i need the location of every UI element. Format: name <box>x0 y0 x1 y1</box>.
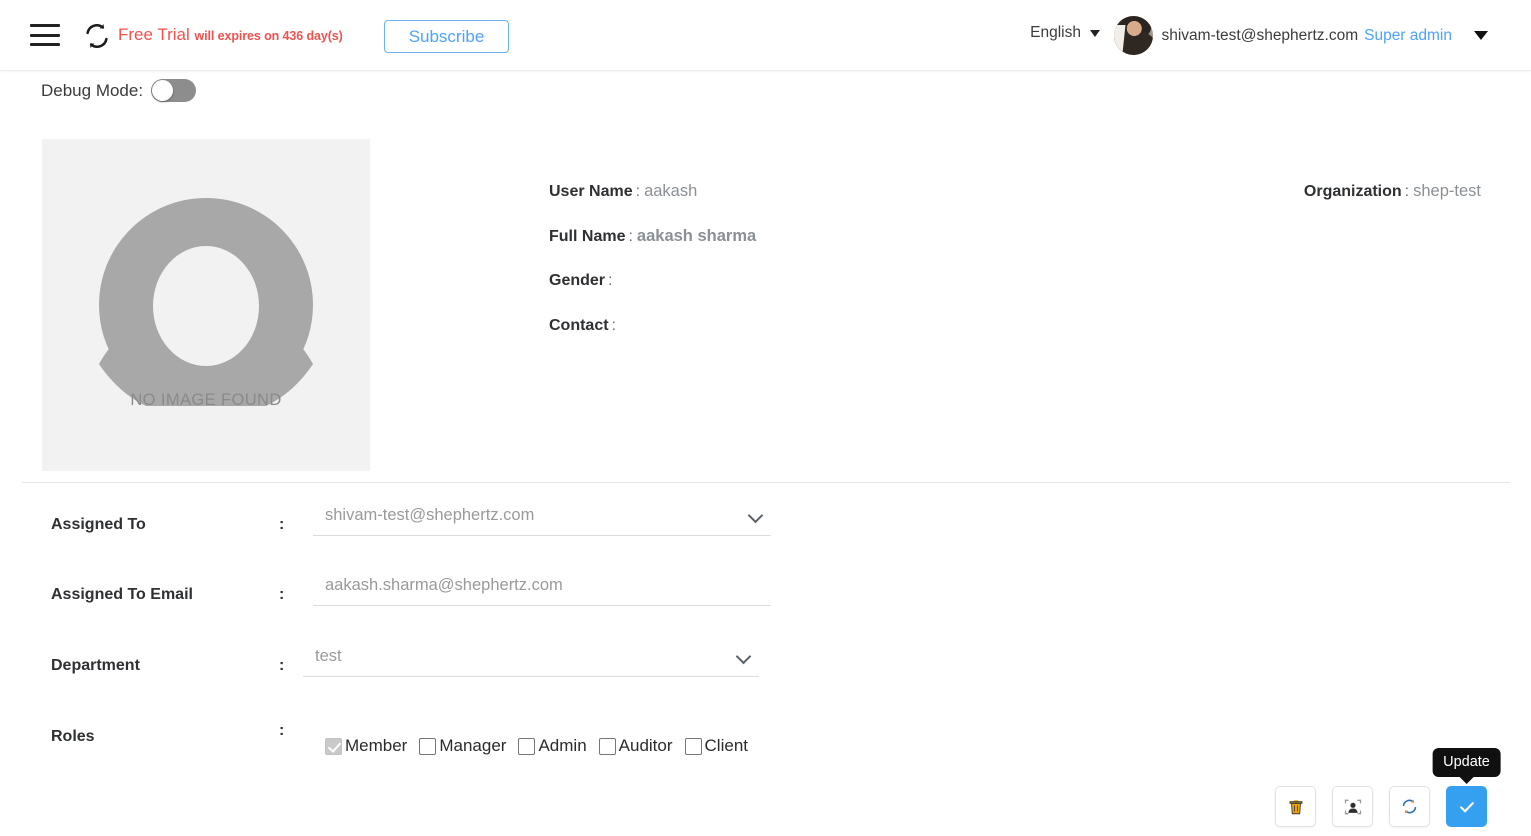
role-checkbox-member[interactable]: Member <box>325 736 407 756</box>
role-checkbox-admin[interactable]: Admin <box>518 736 587 756</box>
language-label: English <box>1030 24 1081 41</box>
checkbox-icon[interactable] <box>518 737 536 755</box>
app-header: Free Trial will expires on 436 day(s) Su… <box>0 0 1531 71</box>
role-label: Manager <box>439 736 507 755</box>
checkbox-icon[interactable] <box>419 737 437 755</box>
colon: : <box>279 722 285 739</box>
contact-label: Contact <box>549 316 609 334</box>
avatar <box>1114 16 1154 55</box>
free-trial-label: Free Trial <box>118 25 190 44</box>
assigned-to-email-input[interactable]: aakash.sharma@shephertz.com <box>313 570 771 606</box>
user-role-label: Super admin <box>1364 26 1452 44</box>
user-name-label: User Name <box>549 183 633 200</box>
full-name-value: aakash sharma <box>636 226 757 245</box>
role-label: Admin <box>538 736 587 755</box>
chevron-down-icon <box>750 510 763 518</box>
full-name-label: Full Name <box>549 227 626 245</box>
toggle-knob <box>152 80 174 101</box>
role-checkbox-manager[interactable]: Manager <box>419 736 506 756</box>
assigned-to-label: Assigned To <box>51 516 146 533</box>
profile-info-list: User Name : aakash Full Name : aakash sh… <box>549 182 756 360</box>
profile-photo-placeholder[interactable]: NO IMAGE FOUND <box>42 139 370 471</box>
free-trial-expiry: will expires on 436 day(s) <box>194 29 343 43</box>
update-tooltip: Update <box>1432 748 1501 777</box>
delete-button[interactable] <box>1275 786 1316 827</box>
colon: : <box>1404 183 1410 200</box>
organization-label: Organization <box>1303 183 1402 200</box>
user-silhouette-icon <box>99 198 313 406</box>
debug-mode-row: Debug Mode: <box>41 79 197 102</box>
profile-info-row: User Name : aakash <box>549 182 756 201</box>
language-selector[interactable]: English <box>1030 24 1100 42</box>
colon: : <box>635 183 641 200</box>
colon: : <box>608 272 613 289</box>
colon: : <box>279 516 285 533</box>
hamburger-bar <box>30 33 60 37</box>
chevron-down-icon <box>1090 29 1100 37</box>
chevron-down-icon <box>738 651 751 659</box>
colon: : <box>279 657 285 674</box>
hamburger-menu-icon[interactable] <box>30 24 60 46</box>
role-checkbox-client[interactable]: Client <box>684 736 748 756</box>
gender-label: Gender <box>549 272 606 289</box>
checkbox-icon[interactable] <box>598 737 616 755</box>
role-label: Member <box>345 736 408 755</box>
user-menu[interactable]: shivam-test@shephertz.com Super admin <box>1114 16 1488 55</box>
sync-logo-icon[interactable] <box>82 21 112 51</box>
no-image-found-label: NO IMAGE FOUND <box>130 391 282 409</box>
section-divider <box>22 482 1510 483</box>
roles-checkbox-group: Member Manager Admin Auditor Client <box>325 736 760 756</box>
organization-value: shep-test <box>1413 182 1481 200</box>
assigned-to-email-value: aakash.sharma@shephertz.com <box>325 576 563 594</box>
organization-row: Organization : shep-test <box>1304 182 1481 201</box>
subscribe-button[interactable]: Subscribe <box>384 20 509 53</box>
trash-icon <box>1289 799 1302 814</box>
identify-user-button[interactable] <box>1332 786 1373 827</box>
profile-info-row: Full Name : aakash sharma <box>549 227 756 246</box>
refresh-button[interactable] <box>1389 786 1430 827</box>
assigned-to-email-label: Assigned To Email <box>51 586 193 603</box>
checkbox-icon[interactable] <box>684 737 702 755</box>
profile-info-row: Gender : <box>549 271 756 290</box>
role-label: Client <box>704 736 748 755</box>
debug-mode-toggle[interactable] <box>151 79 197 102</box>
hamburger-bar <box>30 43 60 46</box>
debug-mode-label: Debug Mode: <box>41 80 144 100</box>
department-value: test <box>315 647 342 665</box>
update-button[interactable]: Update <box>1432 748 1501 827</box>
user-email-label: shivam-test@shephertz.com <box>1161 26 1359 44</box>
free-trial-banner: Free Trial will expires on 436 day(s) <box>118 23 343 48</box>
role-label: Auditor <box>618 736 673 755</box>
department-select[interactable]: test <box>303 641 759 677</box>
check-icon <box>1459 801 1474 812</box>
colon: : <box>279 586 285 603</box>
role-checkbox-auditor[interactable]: Auditor <box>598 736 673 756</box>
user-name-value: aakash <box>644 182 698 200</box>
colon: : <box>628 227 633 245</box>
colon: : <box>611 316 617 334</box>
department-label: Department <box>51 657 140 674</box>
refresh-icon <box>1402 799 1417 814</box>
checkbox-icon[interactable] <box>325 737 342 755</box>
assigned-to-value: shivam-test@shephertz.com <box>325 506 535 524</box>
user-focus-icon <box>1344 799 1361 814</box>
profile-info-row: Contact : <box>549 316 756 335</box>
chevron-down-icon[interactable] <box>1474 31 1488 40</box>
roles-label: Roles <box>51 728 95 745</box>
action-button-bar: Update <box>1275 748 1501 827</box>
hamburger-bar <box>30 24 60 27</box>
assigned-to-select[interactable]: shivam-test@shephertz.com <box>313 500 771 536</box>
